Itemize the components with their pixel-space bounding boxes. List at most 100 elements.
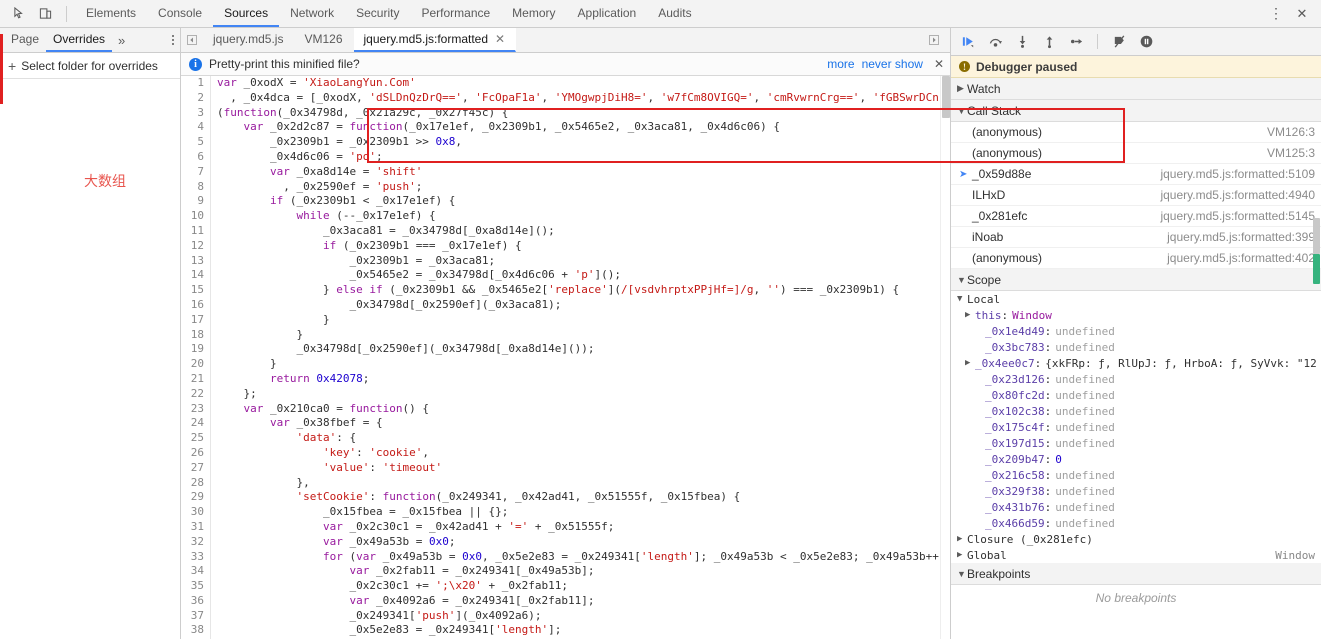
call-stack-frame[interactable]: iNoab jquery.md5.js:formatted:399: [951, 227, 1321, 248]
line-number[interactable]: 27: [181, 460, 211, 476]
code-line[interactable]: 30 _0x15fbea = _0x15fbea || {};: [181, 505, 950, 520]
scope-variable-row[interactable]: _0x216c58: undefined: [951, 467, 1321, 483]
line-number[interactable]: 20: [181, 357, 211, 372]
tab-console[interactable]: Console: [147, 0, 213, 27]
line-content[interactable]: var _0x2fab11 = _0x249341[_0x49a53b];: [211, 564, 594, 579]
code-line[interactable]: 25 'data': {: [181, 431, 950, 446]
code-line[interactable]: 18 }: [181, 327, 950, 343]
line-content[interactable]: };: [211, 387, 256, 402]
navigator-tab-page[interactable]: Page: [4, 28, 46, 52]
line-content[interactable]: var _0x4092a6 = _0x249341[_0x2fab11];: [211, 594, 594, 609]
line-content[interactable]: _0x34798d[_0x2590ef](_0x34798d[_0xa8d14e…: [211, 342, 594, 357]
section-watch[interactable]: Watch: [951, 78, 1321, 100]
code-line[interactable]: 20 }: [181, 357, 950, 372]
line-content[interactable]: }: [211, 313, 330, 328]
line-number[interactable]: 12: [181, 238, 211, 254]
deactivate-breakpoints-button[interactable]: [1110, 33, 1128, 51]
line-number[interactable]: 29: [181, 490, 211, 506]
line-content[interactable]: var _0x38fbef = {: [211, 416, 383, 431]
scope-variable-row[interactable]: this:Window: [951, 307, 1321, 323]
code-line[interactable]: 4 var _0x2d2c87 = function(_0x17e1ef, _0…: [181, 120, 950, 136]
line-content[interactable]: },: [211, 476, 309, 491]
code-line[interactable]: 11 _0x3aca81 = _0x34798d[_0xa8d14e]();: [181, 223, 950, 239]
code-line[interactable]: 6 _0x4d6c06 = 'po';: [181, 149, 950, 165]
line-content[interactable]: _0x249341['push'](_0x4092a6);: [211, 609, 541, 624]
line-content[interactable]: 'key': 'cookie',: [211, 446, 429, 461]
line-number[interactable]: 8: [181, 179, 211, 195]
code-line[interactable]: 37 _0x249341['push'](_0x4092a6);: [181, 608, 950, 624]
line-number[interactable]: 32: [181, 534, 211, 550]
tab-security[interactable]: Security: [345, 0, 410, 27]
resume-script-button[interactable]: [959, 33, 977, 51]
line-content[interactable]: var _0x2d2c87 = function(_0x17e1ef, _0x2…: [211, 120, 780, 135]
scope-variable-row[interactable]: _0x23d126: undefined: [951, 371, 1321, 387]
code-line[interactable]: 5 _0x2309b1 = _0x2309b1 >> 0x8,: [181, 135, 950, 150]
step-button[interactable]: [1067, 33, 1085, 51]
line-number[interactable]: 1: [181, 76, 211, 91]
line-number[interactable]: 14: [181, 268, 211, 284]
line-number[interactable]: 26: [181, 445, 211, 461]
line-number[interactable]: 23: [181, 401, 211, 417]
code-line[interactable]: 26 'key': 'cookie',: [181, 445, 950, 461]
code-line[interactable]: 33 for (var _0x49a53b = 0x0, _0x5e2e83 =…: [181, 549, 950, 565]
code-line[interactable]: 19 _0x34798d[_0x2590ef](_0x34798d[_0xa8d…: [181, 342, 950, 358]
line-number[interactable]: 34: [181, 564, 211, 580]
close-devtools-icon[interactable]: ✕: [1289, 1, 1315, 27]
line-number[interactable]: 4: [181, 120, 211, 136]
code-line[interactable]: 38 _0x5e2e83 = _0x249341['length'];: [181, 623, 950, 639]
code-line[interactable]: 3 (function(_0x34798d, _0x21a29c, _0x27f4…: [181, 105, 950, 121]
line-content[interactable]: _0x2c30c1 += ';\x20' + _0x2fab11;: [211, 579, 568, 594]
line-number[interactable]: 9: [181, 194, 211, 210]
code-line[interactable]: 21 return 0x42078;: [181, 371, 950, 387]
navigator-menu-icon[interactable]: [172, 34, 174, 46]
line-content[interactable]: }: [211, 357, 277, 372]
scope-variable-row[interactable]: _0x466d59: undefined: [951, 515, 1321, 531]
call-stack-frame[interactable]: _0x281efc jquery.md5.js:formatted:5145: [951, 206, 1321, 227]
line-number[interactable]: 6: [181, 149, 211, 165]
file-tab-close-icon[interactable]: ✕: [495, 32, 505, 46]
line-content[interactable]: _0x4d6c06 = 'po';: [211, 150, 383, 165]
line-number[interactable]: 35: [181, 579, 211, 594]
line-number[interactable]: 31: [181, 519, 211, 535]
line-content[interactable]: _0x2309b1 = _0x2309b1 >> 0x8,: [211, 135, 462, 150]
file-tab-jquery-md5[interactable]: jquery.md5.js: [203, 28, 294, 52]
line-content[interactable]: var _0xa8d14e = 'shift': [211, 165, 422, 180]
line-number[interactable]: 3: [181, 105, 211, 121]
line-content[interactable]: while (--_0x17e1ef) {: [211, 209, 435, 224]
step-over-button[interactable]: [986, 33, 1004, 51]
code-line[interactable]: 31 var _0x2c30c1 = _0x42ad41 + '=' + _0x…: [181, 519, 950, 535]
line-number[interactable]: 24: [181, 416, 211, 432]
line-number[interactable]: 18: [181, 327, 211, 343]
call-stack-frame[interactable]: (anonymous) VM125:3: [951, 143, 1321, 164]
line-content[interactable]: , _0x4dca = [_0xodX, 'dSLDnQzDrQ==', 'Fc…: [211, 91, 939, 106]
step-into-button[interactable]: [1013, 33, 1031, 51]
code-line[interactable]: 29 'setCookie': function(_0x249341, _0x4…: [181, 490, 950, 506]
section-breakpoints[interactable]: Breakpoints: [951, 563, 1321, 585]
line-content[interactable]: } else if (_0x2309b1 && _0x5465e2['repla…: [211, 283, 899, 298]
call-stack-frame[interactable]: (anonymous) jquery.md5.js:formatted:402: [951, 248, 1321, 269]
code-line[interactable]: 15 } else if (_0x2309b1 && _0x5465e2['re…: [181, 283, 950, 298]
tab-scroll-right-icon[interactable]: [923, 28, 945, 52]
section-scope[interactable]: Scope: [951, 269, 1321, 291]
code-line[interactable]: 24 var _0x38fbef = {: [181, 416, 950, 432]
code-line[interactable]: 16 _0x34798d[_0x2590ef](_0x3aca81);: [181, 297, 950, 313]
code-line[interactable]: 12 if (_0x2309b1 === _0x17e1ef) {: [181, 238, 950, 254]
call-stack-frame[interactable]: ➤ _0x59d88e jquery.md5.js:formatted:5109: [951, 164, 1321, 185]
call-stack-frame[interactable]: (anonymous) VM126:3: [951, 122, 1321, 143]
scope-variable-row[interactable]: _0x175c4f: undefined: [951, 419, 1321, 435]
line-content[interactable]: if (_0x2309b1 < _0x17e1ef) {: [211, 194, 455, 209]
tab-memory[interactable]: Memory: [501, 0, 566, 27]
line-number[interactable]: 10: [181, 209, 211, 224]
code-line[interactable]: 10 while (--_0x17e1ef) {: [181, 209, 950, 224]
line-content[interactable]: var _0xodX = 'XiaoLangYun.Com': [211, 76, 416, 91]
line-content[interactable]: _0x3aca81 = _0x34798d[_0xa8d14e]();: [211, 224, 555, 239]
line-content[interactable]: _0x5e2e83 = _0x249341['length'];: [211, 623, 561, 638]
code-line[interactable]: 1 var _0xodX = 'XiaoLangYun.Com': [181, 76, 950, 91]
file-tab-vm126[interactable]: VM126: [294, 28, 353, 52]
sidebar-scrollbar[interactable]: [1312, 78, 1321, 639]
tab-elements[interactable]: Elements: [75, 0, 147, 27]
line-number[interactable]: 38: [181, 623, 211, 639]
code-line[interactable]: 27 'value': 'timeout': [181, 460, 950, 476]
debugger-sections-scroll[interactable]: Watch Call Stack (anonymous)VM126:3(anon…: [951, 78, 1321, 639]
line-number[interactable]: 11: [181, 223, 211, 239]
